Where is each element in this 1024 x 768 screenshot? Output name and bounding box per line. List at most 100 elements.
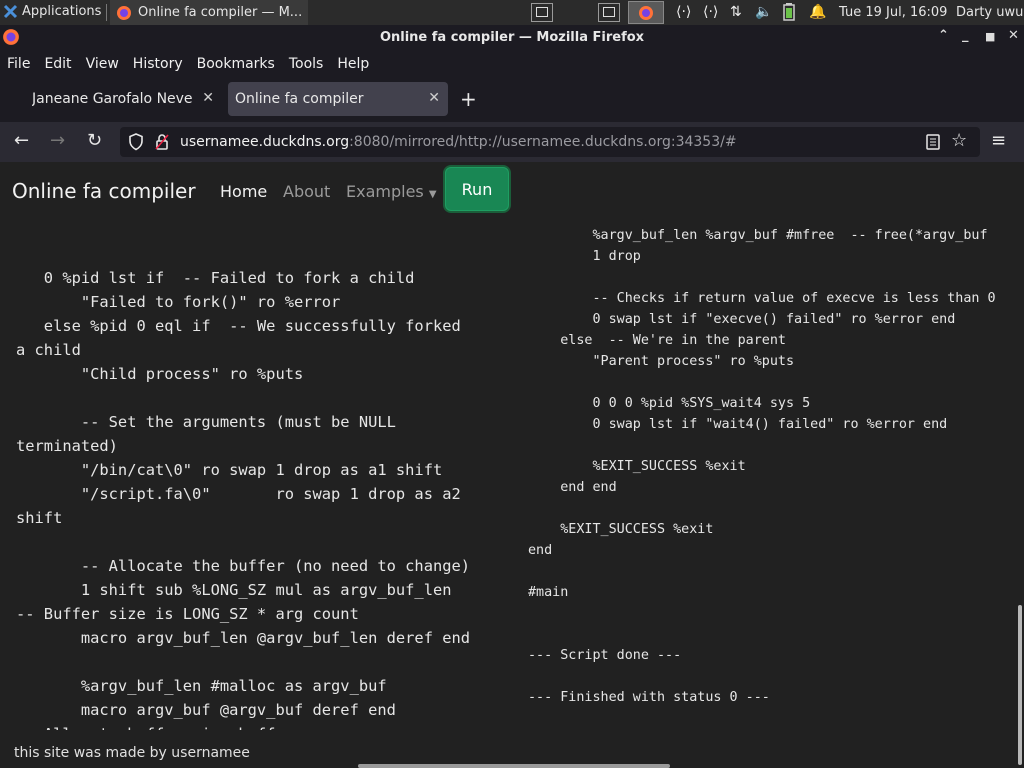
active-workspace-firefox[interactable]: [628, 1, 664, 24]
code-line: macro argv_buf_len @argv_buf_len deref e…: [16, 629, 471, 647]
code-line: "Failed to fork()" ro %error: [16, 293, 341, 311]
output-pane: %argv_buf_len %argv_buf #mfree -- free(*…: [528, 204, 1008, 714]
tab-janeane[interactable]: Janeane Garofalo Never S ✕: [4, 82, 222, 116]
url-path: :8080/mirrored/http://usernamee.duckdns.…: [349, 134, 737, 150]
code-line: "/script.fa\0" ro swap 1 drop as a2: [16, 485, 461, 503]
window-thumb-icon: [536, 7, 548, 17]
maximize-button[interactable]: ■: [985, 30, 995, 43]
horizontal-scrollbar[interactable]: [358, 764, 670, 768]
nav-home[interactable]: Home: [220, 182, 267, 201]
close-window-button[interactable]: ✕: [1008, 28, 1019, 43]
window-titlebar[interactable]: Online fa compiler — Mozilla Firefox ⌃ _…: [0, 25, 1024, 50]
code-line: 0 swap lst if "execve() failed" ro %erro…: [528, 312, 956, 327]
code-line: a child: [16, 341, 81, 359]
battery-icon[interactable]: [783, 3, 795, 25]
bookmark-star-icon[interactable]: ☆: [951, 130, 967, 151]
code-line: 0 swap lst if "wait4() failed" ro %error…: [528, 417, 948, 432]
forward-button[interactable]: →: [50, 130, 65, 151]
user-menu[interactable]: Darty uwu: [956, 5, 1023, 20]
panel-separator: [106, 4, 107, 21]
shield-icon[interactable]: [128, 133, 144, 151]
code-line: %argv_buf_len %argv_buf #mfree -- free(*…: [528, 228, 988, 243]
code-line: #main: [528, 585, 569, 600]
menu-tools[interactable]: Tools: [289, 56, 324, 72]
menu-bookmarks[interactable]: Bookmarks: [197, 56, 275, 72]
menu-view[interactable]: View: [86, 56, 119, 72]
menu-edit[interactable]: Edit: [44, 56, 71, 72]
code-line: -- Allocate the buffer (no need to chang…: [16, 557, 471, 575]
footer-text: this site was made by usernamee: [14, 745, 250, 761]
hamburger-menu-icon[interactable]: ≡: [991, 130, 1006, 151]
tab-label: Janeane Garofalo Never S: [32, 91, 192, 107]
code-line: 1 shift sub %LONG_SZ mul as argv_buf_len: [16, 581, 452, 599]
menu-history[interactable]: History: [133, 56, 183, 72]
code-line: --- Script done ---: [528, 648, 682, 663]
code-line: 0 %pid lst if -- Failed to fork a child: [16, 269, 415, 287]
code-line: else -- We're in the parent: [528, 333, 786, 348]
workspace-1-button[interactable]: [531, 3, 553, 22]
caret-down-icon: ▼: [428, 189, 437, 200]
network-icon[interactable]: ⟨·⟩: [676, 4, 691, 20]
tab-online-fa-compiler[interactable]: Online fa compiler ✕: [228, 82, 448, 116]
new-tab-button[interactable]: +: [460, 87, 477, 111]
code-line: macro argv_buf @argv_buf deref end: [16, 701, 396, 719]
tab-label: Online fa compiler: [235, 91, 364, 107]
menu-help[interactable]: Help: [337, 56, 369, 72]
lock-warning-icon[interactable]: [154, 133, 170, 151]
menu-file[interactable]: File: [7, 56, 30, 72]
close-tab-icon[interactable]: ✕: [202, 90, 214, 106]
system-panel: Applications Online fa compiler — M... ⟨…: [0, 0, 1024, 25]
applications-menu[interactable]: Applications: [3, 4, 101, 19]
code-line: -- Buffer size is LONG_SZ * arg count: [16, 605, 359, 623]
code-line: -- Allocate buffer size buffer: [16, 722, 506, 730]
url-host: usernamee.duckdns.org: [180, 134, 350, 150]
minimize-button[interactable]: _: [962, 28, 969, 43]
code-line: "Parent process" ro %puts: [528, 354, 795, 369]
network-icon[interactable]: ⟨·⟩: [703, 4, 718, 20]
url-bar[interactable]: usernamee.duckdns.org:8080/mirrored/http…: [120, 127, 980, 157]
window-title: Online fa compiler — Mozilla Firefox: [379, 30, 645, 45]
run-button[interactable]: Run: [445, 167, 509, 211]
code-line: "/bin/cat\0" ro swap 1 drop as a1 shift: [16, 461, 443, 479]
vertical-scrollbar[interactable]: [1018, 605, 1022, 765]
window-collapse-icon[interactable]: ⌃: [938, 28, 949, 43]
menu-bar: File Edit View History Bookmarks Tools H…: [0, 50, 1024, 78]
site-brand[interactable]: Online fa compiler: [12, 179, 196, 203]
code-line: 0 0 0 %pid %SYS_wait4 sys 5: [528, 396, 811, 411]
volume-icon[interactable]: 🔈: [755, 4, 772, 20]
code-line: --- Finished with status 0 ---: [528, 690, 770, 705]
code-line: terminated): [16, 437, 118, 455]
workspace-2-button[interactable]: [598, 3, 620, 22]
back-button[interactable]: ←: [14, 130, 29, 151]
code-line: -- Set the arguments (must be NULL: [16, 413, 396, 431]
code-line: shift: [16, 509, 63, 527]
navigation-toolbar: ← → ↻ usernamee.duckdns.org:8080/mirrore…: [0, 122, 1024, 162]
reload-button[interactable]: ↻: [87, 130, 102, 151]
taskbar-window-label: Online fa compiler — M...: [138, 5, 303, 20]
reader-view-icon[interactable]: [926, 134, 940, 150]
notification-bell-icon[interactable]: 🔔: [809, 4, 826, 20]
firefox-icon: [639, 6, 653, 20]
code-line: end: [528, 543, 553, 558]
nav-examples[interactable]: Examples ▼: [346, 182, 437, 201]
transfer-arrows-icon[interactable]: ⇅: [730, 4, 742, 20]
code-editor[interactable]: 0 %pid lst if -- Failed to fork a child …: [16, 218, 506, 730]
code-line: end end: [528, 480, 617, 495]
taskbar-firefox-window[interactable]: Online fa compiler — M...: [110, 0, 308, 25]
nav-about[interactable]: About: [283, 182, 330, 201]
code-line: "Child process" ro %puts: [16, 365, 304, 383]
clock[interactable]: Tue 19 Jul, 16:09: [839, 5, 947, 20]
xfce-logo-icon: [3, 4, 18, 19]
close-tab-icon[interactable]: ✕: [428, 90, 440, 106]
